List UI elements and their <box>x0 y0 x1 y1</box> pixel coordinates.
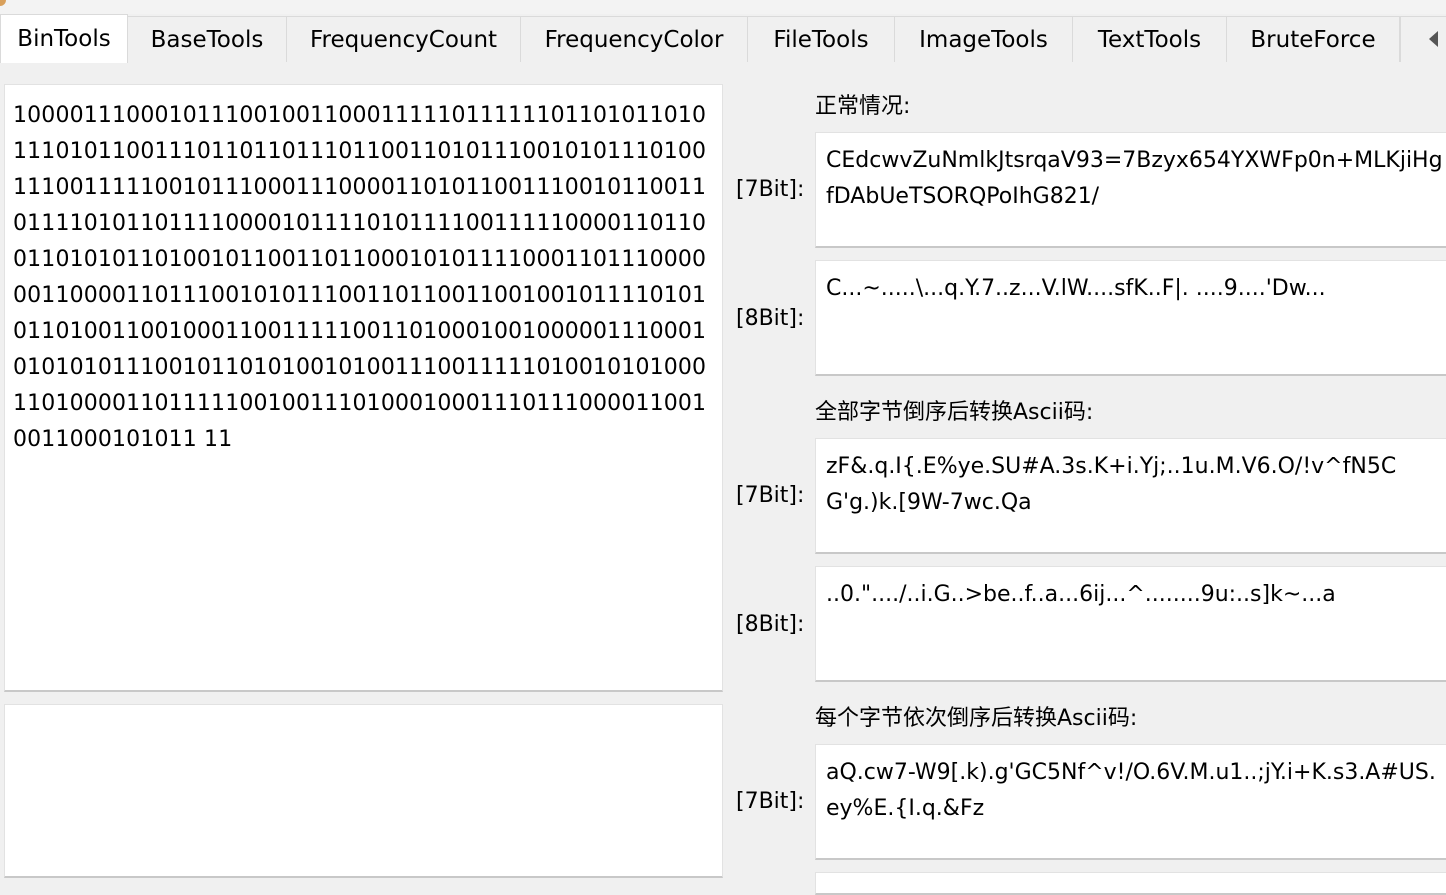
normal-7bit-output[interactable]: CEdcwvZuNmlkJtsrqaV93=7Bzyx654YXWFp0n+ML… <box>815 132 1446 248</box>
binary-output[interactable] <box>4 704 723 878</box>
tab-strip: BinTools BaseTools FrequencyCount Freque… <box>0 14 1446 63</box>
reverse-all-heading: 全部字节倒序后转换Ascii码: <box>815 400 1094 425</box>
normal-7bit-label: [7Bit]: <box>736 177 805 202</box>
normal-heading: 正常情况: <box>815 94 911 119</box>
reverse-all-8bit-output[interactable]: ..0."..../..i.G..>be..f..a...6ij...^....… <box>815 566 1446 682</box>
chevron-left-icon <box>1429 31 1438 47</box>
tab-frequencycolor[interactable]: FrequencyColor <box>521 16 748 62</box>
binary-input[interactable]: 1000011100010111001001100011111011111101… <box>4 84 723 692</box>
tab-texttools[interactable]: TextTools <box>1073 16 1227 62</box>
reverse-all-7bit-label: [7Bit]: <box>736 483 805 508</box>
reverse-all-8bit-label: [8Bit]: <box>736 612 805 637</box>
tab-imagetools[interactable]: ImageTools <box>895 16 1073 62</box>
reverse-each-7bit-output[interactable]: aQ.cw7-W9[.k).g'GC5Nf^v!/O.6V.M.u1..;jY.… <box>815 744 1446 860</box>
tab-scroll-left-button[interactable] <box>1400 16 1446 62</box>
reverse-each-8bit-output[interactable] <box>815 872 1446 895</box>
tab-filetools[interactable]: FileTools <box>748 16 895 62</box>
title-bar <box>0 0 1446 14</box>
tab-bruteforce[interactable]: BruteForce <box>1227 16 1400 62</box>
tab-frequencycount[interactable]: FrequencyCount <box>287 16 521 62</box>
app-icon <box>0 0 6 6</box>
tab-bintools[interactable]: BinTools <box>0 14 128 63</box>
tab-basetools[interactable]: BaseTools <box>128 16 287 62</box>
normal-8bit-output[interactable]: C...~.....\...q.Y.7..z...V.lW....sfK..F|… <box>815 260 1446 376</box>
reverse-all-7bit-output[interactable]: zF&.q.I{.E%ye.SU#A.3s.K+i.Yj;..1u.M.V6.O… <box>815 438 1446 554</box>
normal-8bit-label: [8Bit]: <box>736 306 805 331</box>
bintools-panel: 1000011100010111001001100011111011111101… <box>0 62 1446 895</box>
reverse-each-heading: 每个字节依次倒序后转换Ascii码: <box>815 706 1138 731</box>
reverse-each-7bit-label: [7Bit]: <box>736 789 805 814</box>
